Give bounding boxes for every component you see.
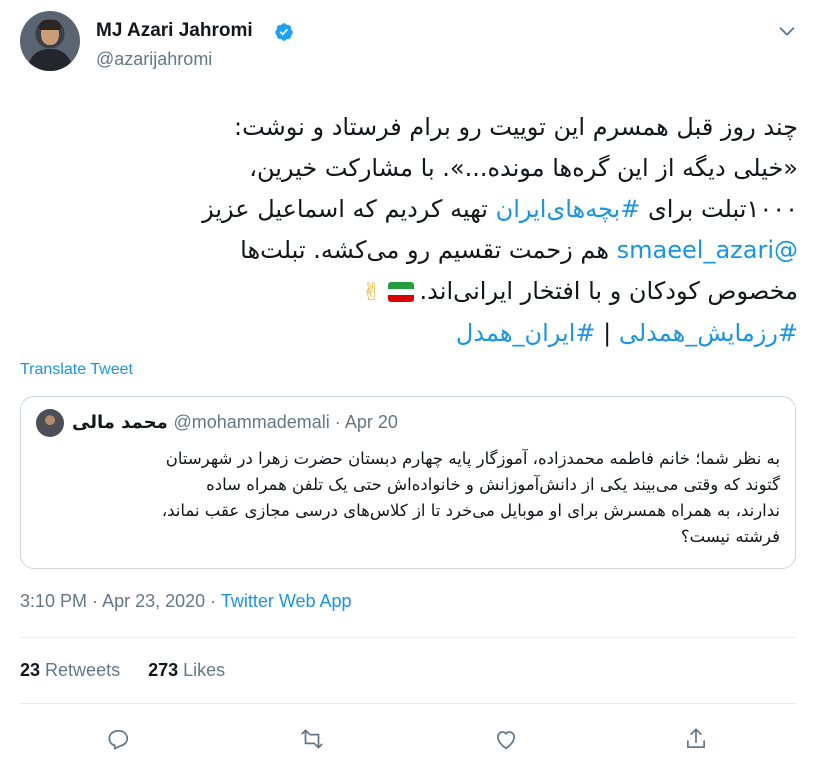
quoted-author-name[interactable]: محمد مالی xyxy=(72,412,168,433)
tweet-meta: 3:10 PM · Apr 23, 2020 · Twitter Web App xyxy=(20,591,352,612)
quoted-line: گتوند که وقتی می‌بیند یکی از دانش‌آموزان… xyxy=(206,475,780,494)
tweet-text-segment: تهیه کردیم که اسماعیل عزیز xyxy=(202,195,496,223)
tweet-line: چند روز قبل همسرم این توییت رو برام فرست… xyxy=(234,113,798,141)
tweet-line: «خیلی دیگه از این گره‌ها مونده...». با م… xyxy=(249,154,798,182)
quoted-tweet-header: محمد مالی @mohammademali · Apr 20 xyxy=(72,412,398,433)
meta-separator: · xyxy=(205,591,221,611)
more-options-chevron-down-icon[interactable] xyxy=(776,20,798,42)
tweet-line: #رزمایش_همدلی | #ایران_همدل xyxy=(20,313,798,354)
verified-badge-icon xyxy=(274,22,294,42)
quoted-line: به نظر شما؛ خانم فاطمه محمدزاده، آموزگار… xyxy=(165,449,780,468)
avatar-suit xyxy=(28,49,72,71)
retweets-label: Retweets xyxy=(45,660,121,680)
tweet-line: ۱۰۰۰تبلت برای #بچه‌های‌ایران تهیه کردیم … xyxy=(20,189,798,230)
likes-label: Likes xyxy=(183,660,226,680)
author-handle[interactable]: @azarijahromi xyxy=(96,49,212,70)
likes-stat[interactable]: 273 Likes xyxy=(148,660,225,680)
reply-icon[interactable] xyxy=(105,726,131,752)
quoted-line: فرشته نیست؟ xyxy=(680,527,780,546)
divider xyxy=(20,637,796,638)
tweet-text-segment: هم زحمت تقسیم رو می‌کشه. تبلت‌ها xyxy=(240,236,617,264)
hashtag-link[interactable]: #بچه‌های‌ایران xyxy=(496,195,641,223)
divider xyxy=(20,703,796,704)
retweets-stat[interactable]: 23 Retweets xyxy=(20,660,120,680)
quoted-date: Apr 20 xyxy=(344,412,398,432)
retweets-count: 23 xyxy=(20,660,41,680)
translate-tweet-link[interactable]: Translate Tweet xyxy=(20,361,133,379)
tweet-line: @smaeel_azari هم زحمت تقسیم رو می‌کشه. ت… xyxy=(20,230,798,271)
quoted-author-avatar[interactable] xyxy=(36,409,64,437)
tweet-stats: 23 Retweets 273 Likes xyxy=(20,660,253,681)
retweet-icon[interactable] xyxy=(299,726,325,752)
tweet-text-segment: مخصوص کودکان و با افتخار ایرانی‌اند. xyxy=(419,277,798,305)
hashtag-link[interactable]: #ایران_همدل xyxy=(456,319,596,347)
share-icon[interactable] xyxy=(683,726,709,752)
quoted-tweet-text: به نظر شما؛ خانم فاطمه محمدزاده، آموزگار… xyxy=(36,446,780,550)
like-icon[interactable] xyxy=(493,726,519,752)
author-avatar[interactable] xyxy=(20,11,80,71)
avatar-hair xyxy=(39,20,61,30)
likes-count: 273 xyxy=(148,660,179,680)
tweet-time[interactable]: 3:10 PM xyxy=(20,591,87,611)
victory-hand-icon: ✌ xyxy=(361,278,382,306)
hashtag-separator: | xyxy=(595,319,619,347)
mention-link[interactable]: @smaeel_azari xyxy=(617,236,798,264)
tweet-line: مخصوص کودکان و با افتخار ایرانی‌اند. ✌ xyxy=(20,271,798,313)
source-app-link[interactable]: Twitter Web App xyxy=(221,591,352,611)
quoted-author-handle[interactable]: @mohammademali xyxy=(173,412,329,432)
tweet-text-segment: ۱۰۰۰تبلت برای xyxy=(640,195,798,223)
quoted-separator: · xyxy=(329,412,345,432)
hashtag-link[interactable]: #رزمایش_همدلی xyxy=(619,319,798,347)
flag-iran-icon xyxy=(387,282,414,302)
tweet-text: چند روز قبل همسرم این توییت رو برام فرست… xyxy=(20,107,798,354)
tweet-date[interactable]: Apr 23, 2020 xyxy=(102,591,205,611)
author-name[interactable]: MJ Azari Jahromi xyxy=(96,20,253,42)
quoted-line: ندارند، به همراه همسرش برای او موبایل می… xyxy=(161,501,780,520)
meta-separator: · xyxy=(87,591,103,611)
